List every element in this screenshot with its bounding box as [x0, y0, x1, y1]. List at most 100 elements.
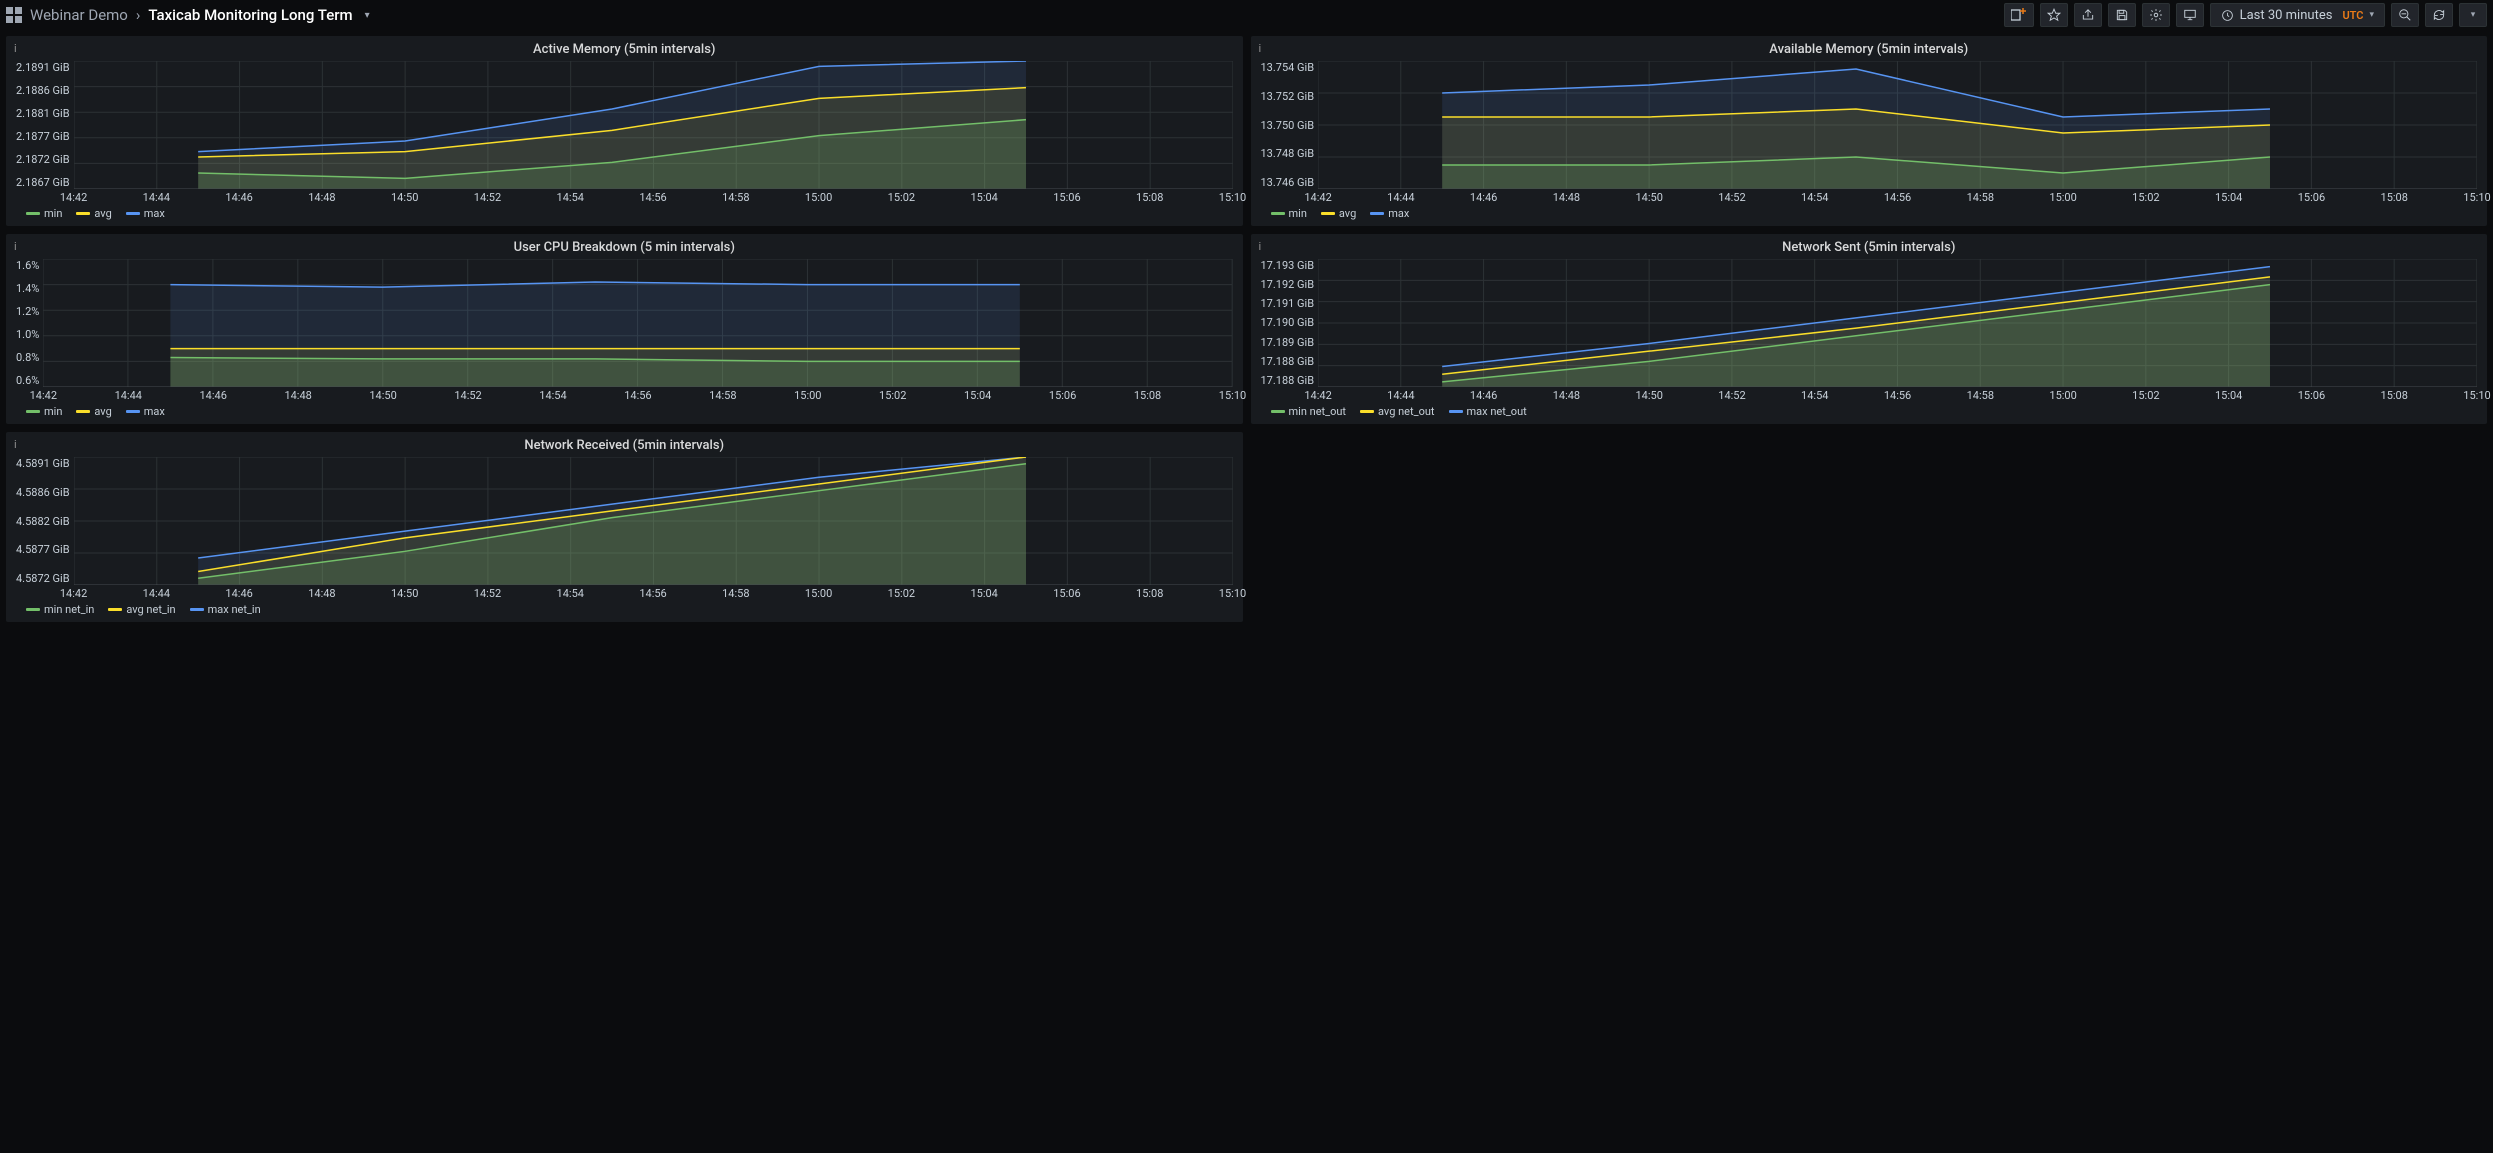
x-tick: 14:58: [722, 587, 749, 600]
legend-item[interactable]: max: [1370, 207, 1409, 220]
x-tick: 14:42: [1304, 389, 1331, 402]
legend-swatch: [1271, 410, 1285, 413]
x-tick: 14:54: [1801, 191, 1828, 204]
x-tick: 15:02: [888, 587, 915, 600]
add-panel-button[interactable]: [2004, 3, 2034, 27]
dashboard-grid-icon[interactable]: [6, 7, 22, 23]
legend: min net_out avg net_out max net_out: [1251, 401, 2488, 424]
x-tick: 15:00: [2049, 389, 2076, 402]
y-tick: 4.5872 GiB: [16, 572, 70, 585]
legend-item[interactable]: max: [126, 405, 165, 418]
legend-item[interactable]: avg net_in: [108, 603, 175, 616]
x-tick: 15:06: [1049, 389, 1076, 402]
chart-svg[interactable]: [74, 457, 1233, 585]
y-tick: 1.2%: [16, 305, 39, 318]
legend-item[interactable]: avg net_out: [1360, 405, 1434, 418]
chart-svg[interactable]: [1318, 61, 2477, 189]
y-tick: 13.750 GiB: [1261, 119, 1315, 132]
legend-item[interactable]: avg: [76, 207, 111, 220]
plot-area: 1.6%1.4%1.2%1.0%0.8%0.6% 14:4214:4414:46…: [16, 259, 1233, 401]
legend-swatch: [190, 608, 204, 611]
info-icon[interactable]: i: [14, 438, 17, 451]
y-tick: 2.1881 GiB: [16, 107, 70, 120]
panel-network-sent[interactable]: i Network Sent (5min intervals) 17.193 G…: [1251, 234, 2488, 424]
refresh-interval-button[interactable]: ▾: [2459, 3, 2487, 27]
x-tick: 15:02: [2132, 389, 2159, 402]
monitor-button[interactable]: [2176, 3, 2204, 27]
x-tick: 15:06: [2298, 389, 2325, 402]
y-axis: 2.1891 GiB2.1886 GiB2.1881 GiB2.1877 GiB…: [16, 61, 74, 203]
x-tick: 14:50: [1635, 389, 1662, 402]
save-button[interactable]: [2108, 3, 2136, 27]
x-tick: 14:46: [225, 191, 252, 204]
x-tick: 14:56: [1884, 389, 1911, 402]
legend-item[interactable]: min net_out: [1271, 405, 1347, 418]
legend-item[interactable]: avg: [76, 405, 111, 418]
legend-item[interactable]: max: [126, 207, 165, 220]
x-tick: 15:06: [2298, 191, 2325, 204]
refresh-button[interactable]: [2425, 3, 2453, 27]
settings-button[interactable]: [2142, 3, 2170, 27]
time-picker-button[interactable]: Last 30 minutes UTC ▾: [2210, 3, 2385, 27]
chevron-down-icon: ▾: [2471, 10, 2476, 20]
x-tick: 15:10: [2463, 191, 2490, 204]
legend-item[interactable]: min: [26, 207, 62, 220]
legend-swatch: [76, 212, 90, 215]
chart-svg[interactable]: [74, 61, 1233, 189]
x-tick: 14:46: [1470, 389, 1497, 402]
legend-swatch: [1370, 212, 1384, 215]
top-toolbar: Webinar Demo › Taxicab Monitoring Long T…: [0, 0, 2493, 30]
x-tick: 14:58: [709, 389, 736, 402]
legend-label: max: [144, 207, 165, 220]
legend-item[interactable]: min net_in: [26, 603, 94, 616]
info-icon[interactable]: i: [14, 240, 17, 253]
x-tick: 15:04: [970, 191, 997, 204]
panel-title: Network Received (5min intervals): [6, 432, 1243, 455]
x-tick: 14:56: [639, 191, 666, 204]
breadcrumb: Webinar Demo › Taxicab Monitoring Long T…: [6, 6, 370, 24]
y-tick: 17.193 GiB: [1261, 259, 1315, 272]
x-tick: 14:42: [60, 191, 87, 204]
y-tick: 17.190 GiB: [1261, 316, 1315, 329]
panel-user-cpu[interactable]: i User CPU Breakdown (5 min intervals) 1…: [6, 234, 1243, 424]
legend-label: min: [44, 405, 62, 418]
zoom-out-button[interactable]: [2391, 3, 2419, 27]
panel-network-received[interactable]: i Network Received (5min intervals) 4.58…: [6, 432, 1243, 622]
legend-item[interactable]: max net_out: [1449, 405, 1527, 418]
x-tick: 14:54: [1801, 389, 1828, 402]
x-tick: 15:06: [1053, 191, 1080, 204]
legend-item[interactable]: min: [1271, 207, 1307, 220]
x-tick: 14:50: [369, 389, 396, 402]
legend-label: max: [144, 405, 165, 418]
y-tick: 1.4%: [16, 282, 39, 295]
y-tick: 13.752 GiB: [1261, 90, 1315, 103]
star-button[interactable]: [2040, 3, 2068, 27]
x-axis: 14:4214:4414:4614:4814:5014:5214:5414:56…: [74, 189, 1233, 203]
legend-item[interactable]: min: [26, 405, 62, 418]
chevron-down-icon[interactable]: ▾: [365, 10, 370, 21]
legend-item[interactable]: max net_in: [190, 603, 261, 616]
info-icon[interactable]: i: [1259, 240, 1262, 253]
info-icon[interactable]: i: [14, 42, 17, 55]
panel-available-memory[interactable]: i Available Memory (5min intervals) 13.7…: [1251, 36, 2488, 226]
panel-title: Available Memory (5min intervals): [1251, 36, 2488, 59]
y-tick: 2.1877 GiB: [16, 130, 70, 143]
breadcrumb-parent[interactable]: Webinar Demo: [30, 6, 128, 24]
toolbar-actions: Last 30 minutes UTC ▾ ▾: [2004, 3, 2487, 27]
x-tick: 15:04: [2215, 389, 2242, 402]
legend-swatch: [1360, 410, 1374, 413]
chart-svg[interactable]: [43, 259, 1232, 387]
panel-active-memory[interactable]: i Active Memory (5min intervals) 2.1891 …: [6, 36, 1243, 226]
info-icon[interactable]: i: [1259, 42, 1262, 55]
x-tick: 14:48: [1553, 191, 1580, 204]
legend-label: avg net_out: [1378, 405, 1434, 418]
legend-label: avg: [1339, 207, 1356, 220]
x-axis: 14:4214:4414:4614:4814:5014:5214:5414:56…: [1318, 387, 2477, 401]
legend-item[interactable]: avg: [1321, 207, 1356, 220]
x-tick: 14:44: [1387, 389, 1414, 402]
breadcrumb-current[interactable]: Taxicab Monitoring Long Term: [148, 6, 352, 24]
x-tick: 14:52: [1718, 191, 1745, 204]
x-tick: 14:46: [225, 587, 252, 600]
chart-svg[interactable]: [1318, 259, 2477, 387]
share-button[interactable]: [2074, 3, 2102, 27]
